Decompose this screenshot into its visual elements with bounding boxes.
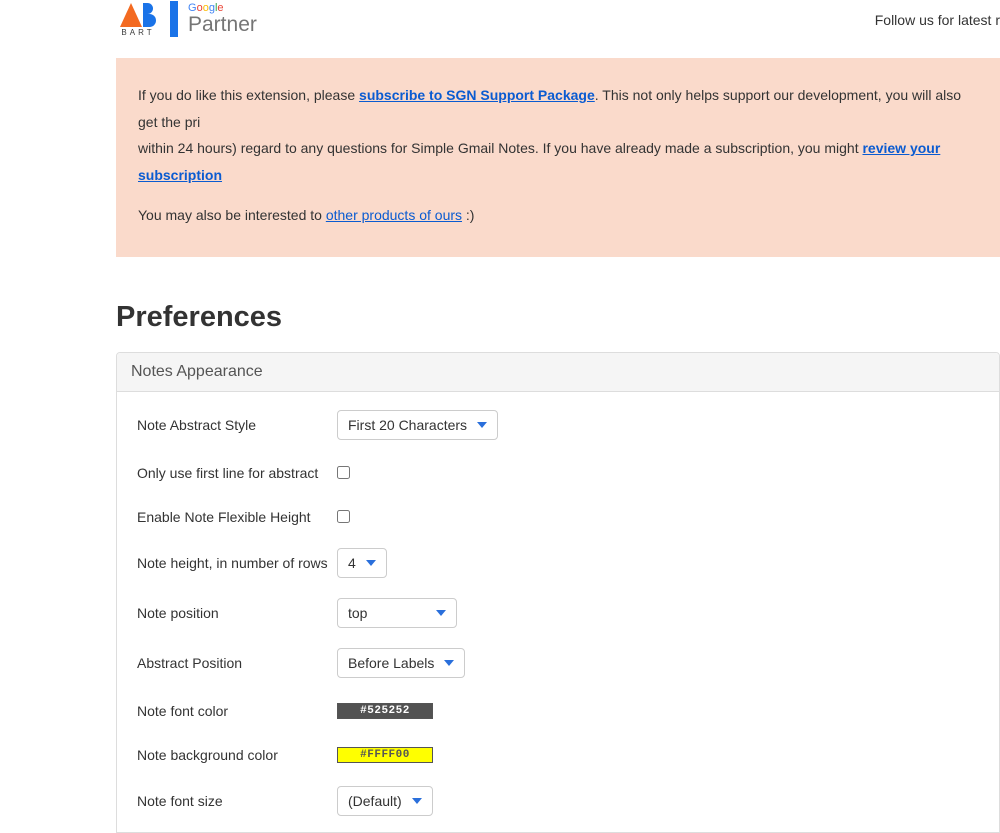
- page-title: Preferences: [116, 301, 1000, 334]
- chevron-down-icon: [444, 660, 454, 666]
- subscribe-link[interactable]: subscribe to SGN Support Package: [359, 87, 595, 103]
- label-height-rows: Note height, in number of rows: [137, 555, 337, 571]
- label-font-size: Note font size: [137, 793, 337, 809]
- chevron-down-icon: [477, 422, 487, 428]
- label-bg-color: Note background color: [137, 747, 337, 763]
- color-picker-bg[interactable]: #FFFF00: [337, 747, 433, 763]
- promo-banner: If you do like this extension, please su…: [116, 58, 1000, 257]
- label-abstract-style: Note Abstract Style: [137, 417, 337, 433]
- banner-text: within 24 hours) regard to any questions…: [138, 140, 862, 156]
- banner-text: :): [462, 207, 474, 223]
- select-note-position[interactable]: top: [337, 598, 457, 628]
- label-font-color: Note font color: [137, 703, 337, 719]
- checkbox-flex-height[interactable]: [337, 510, 350, 523]
- label-note-position: Note position: [137, 605, 337, 621]
- label-abstract-position: Abstract Position: [137, 655, 337, 671]
- brand-logos: BART Google Partner: [116, 1, 257, 39]
- select-font-size[interactable]: (Default): [337, 786, 433, 816]
- chevron-down-icon: [436, 610, 446, 616]
- banner-text: If you do like this extension, please: [138, 87, 359, 103]
- bart-logo: BART: [116, 3, 160, 37]
- label-first-line: Only use first line for abstract: [137, 465, 337, 481]
- other-products-link[interactable]: other products of ours: [326, 207, 462, 223]
- select-height-rows[interactable]: 4: [337, 548, 387, 578]
- google-partner-logo: Google Partner: [170, 1, 257, 39]
- label-flex-height: Enable Note Flexible Height: [137, 509, 337, 525]
- follow-us-text: Follow us for latest r: [875, 12, 1000, 28]
- chevron-down-icon: [366, 560, 376, 566]
- checkbox-first-line[interactable]: [337, 466, 350, 479]
- select-abstract-style[interactable]: First 20 Characters: [337, 410, 498, 440]
- chevron-down-icon: [412, 798, 422, 804]
- bart-logo-text: BART: [121, 28, 154, 37]
- select-abstract-position[interactable]: Before Labels: [337, 648, 465, 678]
- preferences-panel: Notes Appearance Note Abstract Style Fir…: [116, 352, 1000, 833]
- banner-text: You may also be interested to: [138, 207, 326, 223]
- color-picker-font[interactable]: #525252: [337, 703, 433, 719]
- section-header: Notes Appearance: [117, 353, 999, 392]
